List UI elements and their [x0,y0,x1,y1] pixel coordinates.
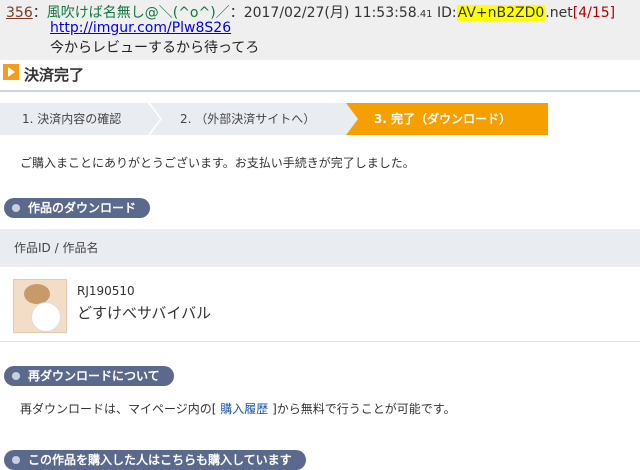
title-bar [0,60,640,92]
redownload-heading-label: 再ダウンロードについて [28,369,160,383]
step-1: 1. 決済内容の確認 [0,103,160,135]
bullet-icon [12,456,20,464]
post-date: 2017/02/27(月) 11:53:58 [243,5,417,21]
redownload-section-heading: 再ダウンロードについて [4,366,174,386]
also-bought-heading-label: この作品を購入した人はこちらも購入しています [28,453,292,467]
step-3-active: 3. 完了（ダウンロード） [346,103,548,135]
step-2-label: 2. （外部決済サイトへ） [180,112,316,126]
step-1-label: 1. 決済内容の確認 [22,112,122,126]
poster-name: 風吹けば名無し@＼(^o^)／ [46,5,230,21]
purchase-history-link[interactable]: 購入履歴 [220,402,268,416]
work-name[interactable]: どすけべサバイバル [77,302,211,323]
redownload-text-after: ]から無料で行うことが可能です。 [268,402,456,416]
post-body: 今からレビューするから待ってろ [50,40,260,56]
post-count[interactable]: [4/15] [573,5,615,21]
bullet-icon [12,372,20,380]
post-header: 356：風吹けば名無し@＼(^o^)／：2017/02/27(月) 11:53:… [0,0,640,60]
step-3-label: 3. 完了（ダウンロード） [374,112,512,126]
redownload-text-before: 再ダウンロードは、マイページ内の[ [20,402,221,416]
work-thumbnail[interactable] [13,279,67,333]
post-millis: .41 [416,9,433,20]
column-header-work: 作品ID / 作品名 [14,241,99,255]
id-suffix: .net [545,5,573,21]
thanks-message: ご購入まことにありがとうございます。お支払い手続きが完了しました。 [20,156,415,170]
redownload-note: 再ダウンロードは、マイページ内の[ 購入履歴 ]から無料で行うことが可能です。 [20,400,456,417]
bullet-icon [12,204,20,212]
also-bought-section-heading: この作品を購入した人はこちらも購入しています [4,450,306,470]
download-heading-label: 作品のダウンロード [28,201,137,215]
progress-steps: 1. 決済内容の確認 2. （外部決済サイトへ） 3. 完了（ダウンロード） [0,103,548,135]
table-header: 作品ID / 作品名 [0,229,640,267]
poster-id[interactable]: AV+nB2ZD0 [456,5,546,21]
download-section-heading: 作品のダウンロード [4,198,151,218]
page-title: 決済完了 [24,66,85,84]
step-2: 2. （外部決済サイトへ） [150,103,358,135]
post-meta-line: 356：風吹けば名無し@＼(^o^)／：2017/02/27(月) 11:53:… [6,5,616,21]
image-link[interactable]: http://imgur.com/Plw8S26 [50,20,231,36]
title-marker-icon [3,64,19,80]
post-number[interactable]: 356 [6,5,33,21]
id-prefix: ID: [437,5,457,21]
work-id: RJ190510 [77,284,135,298]
